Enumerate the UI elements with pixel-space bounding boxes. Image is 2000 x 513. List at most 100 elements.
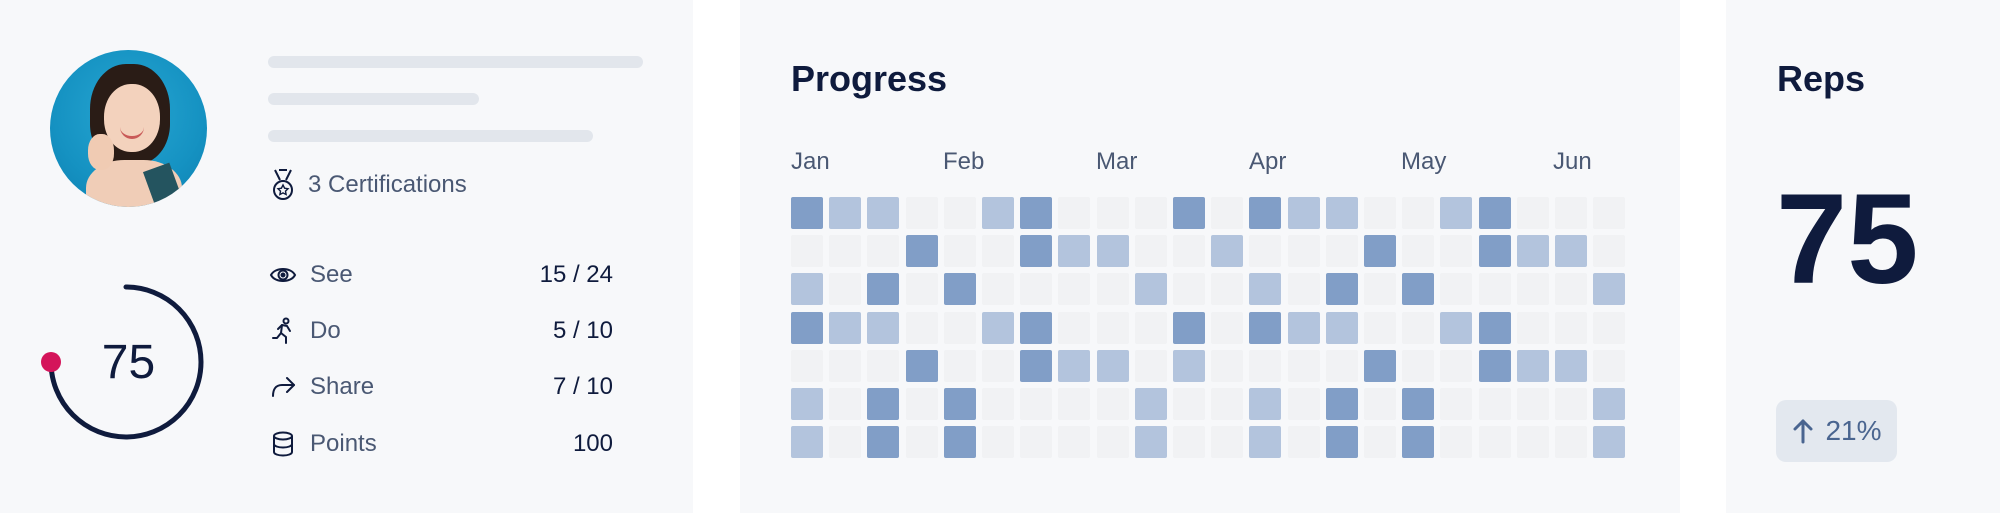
trend-value: 21% — [1825, 415, 1882, 446]
eye-icon — [268, 260, 298, 290]
heatmap-cell — [1516, 388, 1549, 420]
stat-value-points: 100 — [572, 430, 613, 457]
heatmap-cell — [905, 388, 938, 420]
heatmap-cell — [1478, 426, 1511, 459]
heatmap-cell — [1096, 197, 1129, 229]
database-icon — [268, 429, 298, 459]
heatmap-cell — [791, 235, 823, 268]
heatmap-cell — [905, 426, 938, 459]
heatmap-cell — [943, 273, 976, 306]
heatmap-cell — [1440, 426, 1473, 459]
heatmap-cell — [1516, 273, 1549, 306]
heatmap-cell — [1249, 197, 1282, 229]
heatmap-cell — [1364, 197, 1396, 229]
heatmap-cell — [1555, 349, 1587, 382]
heatmap-cell — [1058, 273, 1091, 306]
heatmap-cell — [1287, 273, 1320, 306]
heatmap-cell — [943, 426, 976, 459]
heatmap-cell — [791, 388, 823, 420]
certifications-label: 3 Certifications — [308, 171, 467, 198]
stat-label-see: See — [310, 261, 353, 288]
heatmap-cell — [1058, 235, 1091, 268]
heatmap-cell — [1211, 311, 1244, 344]
avatar-hand — [88, 134, 114, 170]
heatmap-cell — [1555, 388, 1587, 420]
heatmap-cell — [1593, 426, 1626, 459]
progress-card: Progress Jan Feb Mar Apr May Jun — [740, 0, 1680, 513]
heatmap-cell — [1593, 197, 1626, 229]
heatmap-cell — [1325, 426, 1358, 459]
heatmap-cell — [1402, 311, 1435, 344]
heatmap-cell — [1478, 197, 1511, 229]
heatmap-cell — [1364, 235, 1396, 268]
heatmap-cell — [1364, 273, 1396, 306]
heatmap-cell — [1325, 388, 1358, 420]
heatmap-cell — [829, 273, 862, 306]
heatmap-cell — [1555, 235, 1587, 268]
heatmap-cell — [1364, 388, 1396, 420]
month-label-jan: Jan — [791, 148, 830, 175]
heatmap-cell — [1249, 388, 1282, 420]
heatmap-cell — [1287, 388, 1320, 420]
heatmap-cell — [1096, 273, 1129, 306]
heatmap-cell — [1058, 426, 1091, 459]
heatmap-cell — [1173, 235, 1205, 268]
heatmap-cell — [1478, 273, 1511, 306]
heatmap-cell — [1134, 388, 1167, 420]
heatmap-cell — [1478, 388, 1511, 420]
heatmap-cell — [1096, 426, 1129, 459]
stat-row-share: Share 7 / 10 — [268, 369, 613, 405]
share-icon — [268, 372, 298, 402]
heatmap-cell — [1516, 349, 1549, 382]
reps-card: Reps 75 21% — [1726, 0, 2000, 513]
certifications-row: 3 Certifications — [268, 168, 467, 202]
heatmap-cell — [1402, 197, 1435, 229]
heatmap-cell — [829, 311, 862, 344]
heatmap-cell — [1555, 426, 1587, 459]
heatmap-cell — [943, 235, 976, 268]
heatmap-cell — [1478, 235, 1511, 268]
heatmap-cell — [905, 311, 938, 344]
heatmap-cell — [867, 311, 900, 344]
heatmap-cell — [1440, 197, 1473, 229]
heatmap-cell — [1516, 311, 1549, 344]
heatmap-cell — [867, 235, 900, 268]
heatmap-cell — [829, 388, 862, 420]
heatmap-cell — [1516, 197, 1549, 229]
avatar[interactable] — [50, 50, 207, 207]
heatmap-cell — [1173, 311, 1205, 344]
heatmap-cell — [1020, 235, 1053, 268]
heatmap-cell — [943, 311, 976, 344]
heatmap-cell — [1364, 349, 1396, 382]
heatmap-cell — [1402, 349, 1435, 382]
heatmap-cell — [905, 349, 938, 382]
heatmap-cell — [791, 349, 823, 382]
heatmap-cell — [943, 388, 976, 420]
heatmap-cell — [791, 197, 823, 229]
heatmap-cell — [1020, 388, 1053, 420]
heatmap-cell — [1173, 349, 1205, 382]
heatmap-cell — [1211, 197, 1244, 229]
heatmap-cell — [982, 197, 1014, 229]
reps-value: 75 — [1776, 168, 1919, 311]
heatmap-cell — [1173, 197, 1205, 229]
heatmap-cell — [829, 426, 862, 459]
heatmap-cell — [1058, 311, 1091, 344]
heatmap-cell — [1134, 197, 1167, 229]
skeleton-line-role — [268, 93, 479, 105]
heatmap-cell — [1440, 235, 1473, 268]
heatmap-cell — [1516, 235, 1549, 268]
heatmap-cell — [1287, 197, 1320, 229]
heatmap-cell — [1211, 388, 1244, 420]
heatmap-cell — [1211, 273, 1244, 306]
heatmap-cell — [1096, 235, 1129, 268]
heatmap-cell — [867, 388, 900, 420]
skeleton-line-detail — [268, 130, 593, 142]
heatmap-cell — [867, 426, 900, 459]
stat-row-do: Do 5 / 10 — [268, 313, 613, 349]
heatmap-cell — [1096, 388, 1129, 420]
heatmap-cell — [943, 349, 976, 382]
heatmap-cell — [867, 273, 900, 306]
month-label-may: May — [1401, 148, 1447, 175]
heatmap-cell — [1555, 197, 1587, 229]
